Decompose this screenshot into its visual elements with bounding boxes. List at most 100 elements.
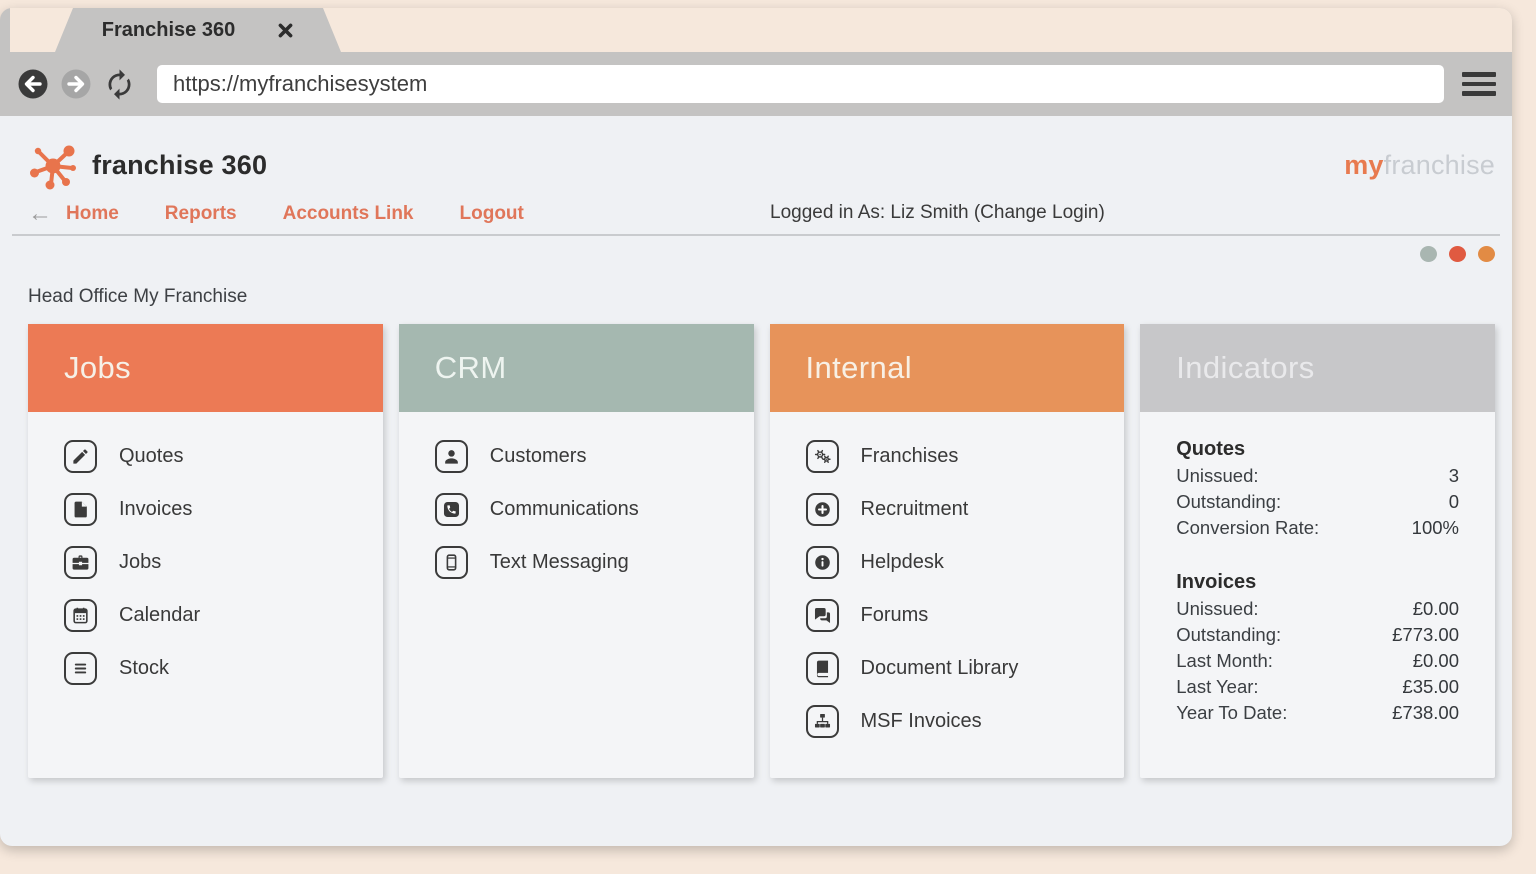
status-dots: [28, 246, 1495, 262]
app-logo: franchise 360: [28, 139, 267, 191]
book-icon: [805, 652, 839, 685]
menu-item-label: Document Library: [860, 657, 1019, 679]
header-divider: [12, 234, 1500, 236]
menu-item-communications[interactable]: Communications: [399, 483, 754, 536]
menu-item-label: Recruitment: [860, 498, 969, 520]
menu-item-label: Communications: [489, 498, 639, 520]
indicator-section-title: Quotes: [1176, 438, 1246, 460]
back-arrow-icon[interactable]: ←: [28, 200, 52, 228]
dashboard-cards: Jobs Quotes Invoices Jobs Calendar Stock CRM Cu…: [28, 324, 1495, 778]
indicator-label: Unissued:: [1176, 465, 1259, 486]
indicator-label: Outstanding:: [1176, 624, 1282, 645]
menu-item-msf-invoices[interactable]: MSF Invoices: [770, 695, 1125, 748]
phone-icon: [434, 493, 468, 526]
card-indicators: Indicators Quotes Unissued: 3 Outstanding: 0…: [1140, 324, 1495, 778]
menu-item-label: Invoices: [119, 498, 193, 520]
menu-list-jobs: Quotes Invoices Jobs Calendar Stock: [28, 412, 383, 695]
indicator-value: 100%: [1411, 517, 1459, 538]
menu-item-customers[interactable]: Customers: [399, 430, 754, 483]
indicator-row-last-year: Last Year: £35.00: [1176, 674, 1459, 700]
plus-circle-icon: [805, 493, 839, 526]
indicator-section-quotes: Quotes Unissued: 3 Outstanding: 0 Conversion …: [1176, 436, 1459, 541]
indicator-row-unissued: Unissued: £0.00: [1176, 596, 1459, 622]
indicator-row-year-to-date: Year To Date: £738.00: [1176, 700, 1459, 726]
menu-item-helpdesk[interactable]: Helpdesk: [770, 536, 1125, 589]
nav-link-accounts-link[interactable]: Accounts Link: [283, 203, 414, 225]
menu-item-jobs[interactable]: Jobs: [28, 536, 383, 589]
menu-list-internal: Franchises Recruitment Helpdesk Forums Docum…: [770, 412, 1125, 748]
franchise360-logo-icon: [30, 145, 76, 190]
menu-item-calendar[interactable]: Calendar: [28, 589, 383, 642]
menu-item-label: Stock: [119, 657, 170, 679]
brand-my: my: [1344, 149, 1384, 180]
menu-item-franchises[interactable]: Franchises: [770, 430, 1125, 483]
menu-item-stock[interactable]: Stock: [28, 642, 383, 695]
menu-item-document-library[interactable]: Document Library: [770, 642, 1125, 695]
pencil-icon: [64, 440, 97, 473]
refresh-icon[interactable]: [102, 67, 136, 101]
menu-item-forums[interactable]: Forums: [770, 589, 1125, 642]
indicators-body: Quotes Unissued: 3 Outstanding: 0 Conversion …: [1140, 412, 1495, 726]
nav-link-reports[interactable]: Reports: [165, 203, 237, 225]
indicator-value: 0: [1448, 491, 1459, 512]
indicator-value: £773.00: [1392, 624, 1459, 645]
app-title: franchise 360: [92, 149, 268, 180]
indicator-row-last-month: Last Month: £0.00: [1176, 648, 1459, 674]
indicators-card-header: Indicators: [1140, 324, 1495, 412]
menu-item-text-messaging[interactable]: Text Messaging: [399, 536, 754, 589]
comments-icon: [805, 599, 839, 632]
browser-window: Franchise 360 https://myfranchisesystem …: [0, 8, 1512, 846]
myfranchise-brand: myfranchise: [1344, 150, 1495, 181]
browser-tab[interactable]: Franchise 360: [55, 8, 341, 52]
menu-item-recruitment[interactable]: Recruitment: [770, 483, 1125, 536]
indicator-label: Unissued:: [1176, 598, 1259, 619]
tab-close-icon[interactable]: [277, 22, 294, 39]
browser-toolbar: [0, 52, 1512, 116]
logged-in-text: Logged in As: Liz Smith: [770, 202, 974, 223]
indicator-section-invoices: Invoices Unissued: £0.00 Outstanding: £773.0…: [1176, 569, 1459, 726]
indicator-label: Year To Date:: [1176, 702, 1288, 723]
change-login-link[interactable]: (Change Login): [974, 202, 1105, 223]
cogs-icon: [805, 440, 839, 473]
file-icon: [64, 493, 97, 526]
nav-link-home[interactable]: Home: [66, 203, 119, 225]
calendar-icon: [64, 599, 97, 632]
menu-icon[interactable]: [1462, 70, 1496, 98]
brand-franchise: franchise: [1383, 149, 1495, 180]
menu-item-label: Forums: [860, 604, 929, 626]
briefcase-icon: [64, 546, 97, 579]
status-dot: [1449, 246, 1466, 262]
address-bar[interactable]: [157, 65, 1444, 103]
indicator-value: £0.00: [1412, 598, 1459, 619]
menu-item-quotes[interactable]: Quotes: [28, 430, 383, 483]
user-icon: [434, 440, 468, 473]
indicator-row-outstanding: Outstanding: 0: [1176, 489, 1459, 515]
menu-item-label: Calendar: [119, 604, 201, 626]
menu-item-label: Text Messaging: [489, 551, 629, 573]
indicator-value: £0.00: [1412, 650, 1459, 671]
main-nav: ← Home Reports Accounts Link Logout Logged …: [28, 200, 1495, 228]
page-title: Head Office My Franchise: [28, 286, 248, 307]
card-header-jobs: Jobs: [28, 324, 383, 412]
indicator-value: £35.00: [1402, 676, 1459, 697]
status-dot: [1478, 246, 1495, 262]
card-jobs: Jobs Quotes Invoices Jobs Calendar Stock: [28, 324, 383, 778]
menu-item-label: Helpdesk: [860, 551, 944, 573]
indicator-label: Last Year:: [1176, 676, 1259, 697]
card-header-crm: CRM: [398, 324, 754, 412]
menu-list-crm: Customers Communications Text Messaging: [399, 412, 754, 589]
card-crm: CRM Customers Communications Text Messaging: [398, 324, 754, 778]
nav-link-logout[interactable]: Logout: [460, 203, 524, 225]
menu-item-label: Franchises: [860, 445, 959, 467]
menu-item-label: Customers: [489, 445, 587, 467]
list-icon: [64, 652, 97, 685]
mobile-icon: [434, 546, 468, 579]
indicator-value: £738.00: [1392, 702, 1459, 723]
page-content: franchise 360 myfranchise ← Home Reports A…: [0, 116, 1512, 846]
menu-item-label: Jobs: [119, 551, 162, 573]
menu-item-invoices[interactable]: Invoices: [28, 483, 383, 536]
back-icon[interactable]: [16, 67, 50, 101]
indicator-label: Last Month:: [1176, 650, 1273, 671]
indicator-row-conversion-rate: Conversion Rate: 100%: [1176, 515, 1459, 541]
forward-icon[interactable]: [59, 67, 93, 101]
